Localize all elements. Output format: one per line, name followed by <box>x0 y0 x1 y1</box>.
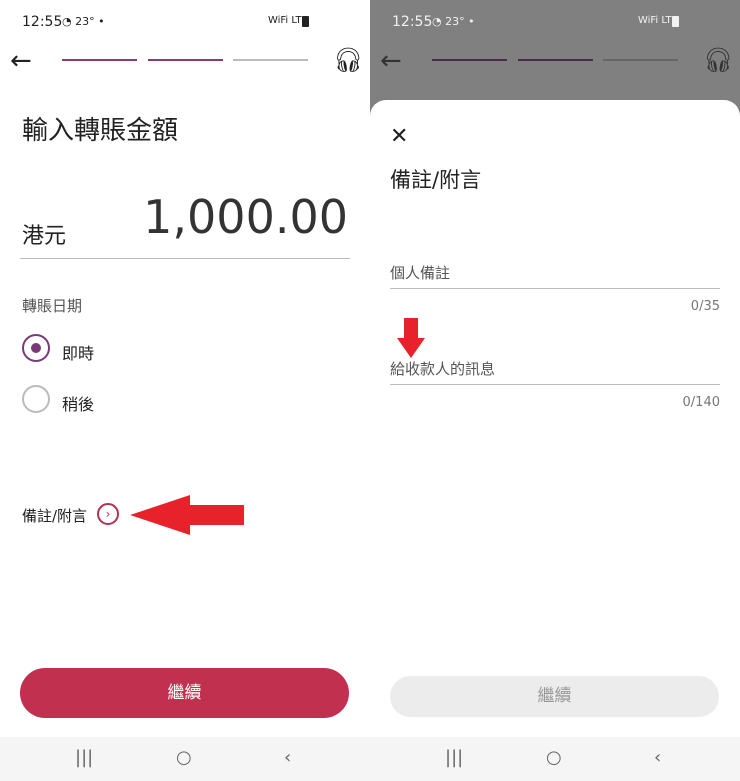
sheet-title: 備註/附言 <box>390 168 482 192</box>
headset-icon[interactable]: 🎧︎ <box>333 46 363 74</box>
app-bar: ← 🎧︎ <box>0 44 370 84</box>
bottom-sheet: ✕ 備註/附言 個人備註 0/35 給收款人的訊息 0/140 繼續 <box>370 100 740 781</box>
field-underline <box>390 288 720 289</box>
back-arrow-icon[interactable]: ← <box>10 46 32 76</box>
recent-apps-icon[interactable]: ||| <box>75 747 93 768</box>
recent-apps-icon[interactable]: ||| <box>445 747 463 768</box>
personal-note-field[interactable]: 個人備註 <box>390 262 450 283</box>
status-icons: ◔ 23° • <box>62 15 105 28</box>
status-bar: 12:55 ◔ 23° • WiFi LTE <box>0 0 370 44</box>
radio-immediate-label[interactable]: 即時 <box>62 340 94 364</box>
system-nav-bar: ||| ○ ‹ <box>0 737 370 781</box>
back-arrow-icon: ← <box>380 46 402 76</box>
progress-step-1 <box>432 59 507 61</box>
page-title: 輸入轉賬金額 <box>22 116 179 146</box>
red-arrow-left-icon <box>130 495 244 535</box>
date-label: 轉賬日期 <box>22 297 83 315</box>
red-arrow-down-icon <box>397 318 425 358</box>
continue-button[interactable]: 繼續 <box>20 668 349 718</box>
headset-icon: 🎧︎ <box>703 46 734 74</box>
status-time: 12:55 <box>22 14 63 30</box>
back-icon[interactable]: ‹ <box>284 747 291 768</box>
close-icon[interactable]: ✕ <box>390 124 408 149</box>
amount-underline <box>20 258 350 259</box>
transfer-amount-screen: 12:55 ◔ 23° • WiFi LTE ← 🎧︎ 輸入轉賬金額 港元 1,… <box>0 0 370 781</box>
status-icons: ◔ 23° • <box>432 15 475 28</box>
amount-input[interactable]: 1,000.00 <box>143 190 348 244</box>
memo-link[interactable]: 備註/附言 <box>22 505 87 526</box>
progress-step-3 <box>233 59 308 61</box>
home-icon[interactable]: ○ <box>176 747 192 768</box>
field-underline <box>390 384 720 385</box>
char-counter: 0/140 <box>682 395 720 410</box>
battery-icon <box>302 16 309 27</box>
continue-button-disabled[interactable]: 繼續 <box>390 676 719 717</box>
char-counter: 0/35 <box>690 299 720 314</box>
progress-step-2 <box>518 59 593 61</box>
home-icon[interactable]: ○ <box>546 747 562 768</box>
currency-label: 港元 <box>22 224 67 249</box>
radio-immediate[interactable] <box>22 334 50 362</box>
progress-step-2 <box>148 59 223 61</box>
progress-step-3 <box>603 59 678 61</box>
status-time: 12:55 <box>392 14 433 30</box>
back-icon[interactable]: ‹ <box>654 747 661 768</box>
payee-message-field[interactable]: 給收款人的訊息 <box>390 358 495 379</box>
progress-step-1 <box>62 59 137 61</box>
radio-later[interactable] <box>22 385 50 413</box>
status-bar: 12:55 ◔ 23° • WiFi LTE <box>370 0 740 44</box>
app-bar-dimmed: ← 🎧︎ <box>370 44 740 84</box>
radio-later-label[interactable]: 稍後 <box>62 391 94 415</box>
battery-icon <box>672 16 679 27</box>
chevron-right-icon[interactable]: › <box>97 503 119 525</box>
system-nav-bar: ||| ○ ‹ <box>370 737 740 781</box>
memo-sheet-screen: 12:55 ◔ 23° • WiFi LTE ← 🎧︎ ✕ 備註/附言 個人備註… <box>370 0 740 781</box>
